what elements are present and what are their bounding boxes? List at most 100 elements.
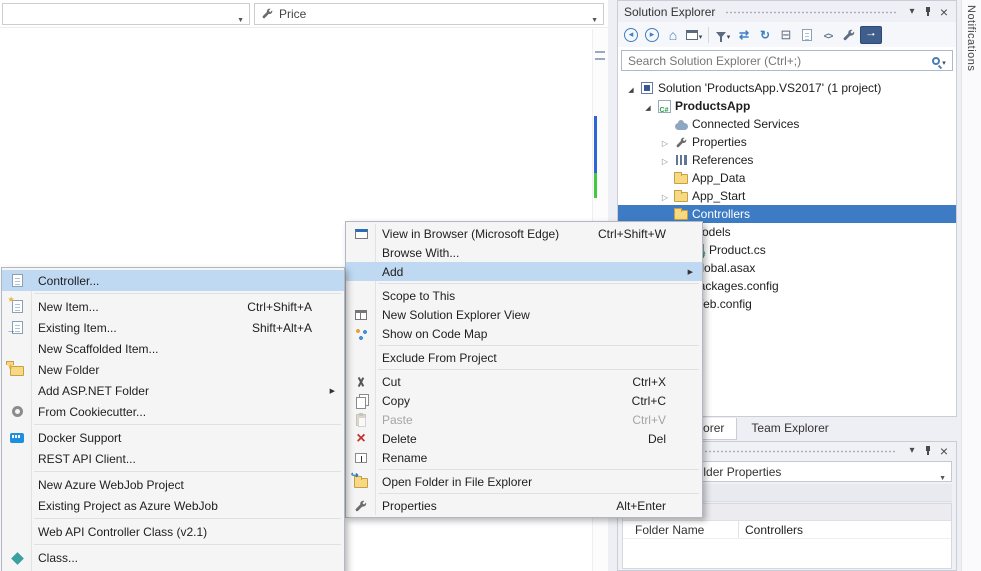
chevron-down-icon xyxy=(591,11,598,25)
menu-item-new-solution-explorer-view[interactable]: New Solution Explorer View xyxy=(346,305,702,324)
property-row[interactable]: Folder Name Controllers xyxy=(623,521,951,539)
tree-item-label: References xyxy=(690,153,753,167)
close-button[interactable] xyxy=(936,4,952,20)
menu-item-existing-item[interactable]: Existing Item... Shift+Alt+A xyxy=(2,317,344,338)
menu-item-new-scaffolded-item[interactable]: New Scaffolded Item... xyxy=(2,338,344,359)
open-folder-icon xyxy=(354,478,368,488)
preview-selected-items-button[interactable] xyxy=(860,25,882,45)
menu-item-label: Existing Project as Azure WebJob xyxy=(32,499,218,513)
menu-item-rename[interactable]: Rename xyxy=(346,448,702,467)
menu-item-new-item[interactable]: New Item... Ctrl+Shift+A xyxy=(2,296,344,317)
show-all-files-button[interactable] xyxy=(797,25,817,45)
types-dropdown[interactable] xyxy=(2,3,250,25)
menu-item-label: Paste xyxy=(376,413,413,427)
folder-icon xyxy=(674,210,688,220)
search-icon xyxy=(932,57,940,65)
browser-icon xyxy=(355,229,368,239)
splitter-grip-icon[interactable] xyxy=(595,51,605,60)
drag-grip[interactable] xyxy=(725,11,896,14)
search-button[interactable] xyxy=(926,51,952,70)
tree-item-project[interactable]: ProductsApp xyxy=(618,97,956,115)
menu-item-add-aspnet-folder[interactable]: Add ASP.NET Folder xyxy=(2,380,344,401)
home-icon xyxy=(669,27,677,43)
forward-button[interactable] xyxy=(642,25,662,45)
window-position-button[interactable] xyxy=(904,4,920,20)
menu-item-scope-to-this[interactable]: Scope to This xyxy=(346,286,702,305)
tree-item-references[interactable]: References xyxy=(618,151,956,169)
menu-item-show-on-code-map[interactable]: Show on Code Map xyxy=(346,324,702,343)
menu-item-shortcut: Del xyxy=(648,432,702,446)
solution-explorer-title-bar: Solution Explorer xyxy=(618,1,956,22)
back-button[interactable] xyxy=(621,25,641,45)
menu-item-view-in-browser[interactable]: View in Browser (Microsoft Edge) Ctrl+Sh… xyxy=(346,224,702,243)
new-view-icon xyxy=(355,310,367,320)
context-menu: View in Browser (Microsoft Edge) Ctrl+Sh… xyxy=(345,221,703,518)
menu-item-label: Existing Item... xyxy=(32,321,117,335)
sync-with-active-document-button[interactable] xyxy=(734,25,754,45)
window-position-button[interactable] xyxy=(904,443,920,459)
expander-icon[interactable] xyxy=(641,99,655,113)
search-input[interactable] xyxy=(622,54,926,68)
menu-item-copy[interactable]: Copy Ctrl+C xyxy=(346,391,702,410)
menu-item-browse-with[interactable]: Browse With... xyxy=(346,243,702,262)
expander-icon[interactable] xyxy=(658,153,672,167)
members-dropdown[interactable]: Price xyxy=(254,3,604,25)
menu-item-label: Copy xyxy=(376,394,410,408)
notifications-tab[interactable]: Notifications xyxy=(965,0,977,71)
menu-item-paste[interactable]: Paste Ctrl+V xyxy=(346,410,702,429)
cookiecutter-icon xyxy=(12,406,23,417)
class-icon xyxy=(11,552,24,565)
menu-item-existing-project-as-azure-webjob[interactable]: Existing Project as Azure WebJob xyxy=(2,495,344,516)
wrench-icon xyxy=(676,137,687,148)
menu-item-label: Docker Support xyxy=(32,431,121,445)
chevron-down-icon xyxy=(727,28,731,42)
property-value[interactable]: Controllers xyxy=(739,521,803,538)
menu-item-shortcut: Alt+Enter xyxy=(616,499,702,513)
menu-item-delete[interactable]: Delete Del xyxy=(346,429,702,448)
tree-item-solution[interactable]: Solution 'ProductsApp.VS2017' (1 project… xyxy=(618,79,956,97)
expander-icon[interactable] xyxy=(658,135,672,149)
home-button[interactable] xyxy=(663,25,683,45)
tab-team-explorer[interactable]: Team Explorer xyxy=(739,418,840,440)
menu-item-docker-support[interactable]: Docker Support xyxy=(2,427,344,448)
menu-item-open-folder-in-file-explorer[interactable]: Open Folder in File Explorer xyxy=(346,472,702,491)
menu-item-properties[interactable]: Properties Alt+Enter xyxy=(346,496,702,515)
menu-item-cut[interactable]: Cut Ctrl+X xyxy=(346,372,702,391)
properties-button[interactable] xyxy=(839,25,859,45)
menu-item-new-azure-webjob-project[interactable]: New Azure WebJob Project xyxy=(2,474,344,495)
code-icon xyxy=(824,28,833,42)
menu-item-label: New Scaffolded Item... xyxy=(32,342,159,356)
tree-item-app-start[interactable]: App_Start xyxy=(618,187,956,205)
collapse-all-button[interactable] xyxy=(776,25,796,45)
refresh-button[interactable] xyxy=(755,25,775,45)
menu-item-from-cookiecutter[interactable]: From Cookiecutter... xyxy=(2,401,344,422)
menu-item-new-folder[interactable]: New Folder xyxy=(2,359,344,380)
menu-separator xyxy=(378,345,699,346)
tree-item-app-data[interactable]: App_Data xyxy=(618,169,956,187)
tree-item-properties[interactable]: Properties xyxy=(618,133,956,151)
switch-views-button[interactable] xyxy=(684,25,704,45)
menu-item-shortcut: Shift+Alt+A xyxy=(252,321,344,335)
menu-item-add[interactable]: Add xyxy=(346,262,702,281)
tree-item-label: packages.config xyxy=(690,279,779,293)
menu-item-controller[interactable]: Controller... xyxy=(2,270,344,291)
menu-item-label: Rename xyxy=(376,451,427,465)
pin-button[interactable] xyxy=(920,4,936,20)
expander-icon[interactable] xyxy=(624,81,638,95)
view-code-button[interactable] xyxy=(818,25,838,45)
menu-item-shortcut: Ctrl+Shift+A xyxy=(247,300,344,314)
pending-changes-filter-button[interactable] xyxy=(713,25,733,45)
folder-icon xyxy=(674,174,688,184)
close-button[interactable] xyxy=(936,443,952,459)
show-all-files-icon xyxy=(802,29,812,41)
back-icon xyxy=(624,28,638,42)
pin-button[interactable] xyxy=(920,443,936,459)
menu-item-class[interactable]: Class... xyxy=(2,547,344,568)
menu-item-rest-api-client[interactable]: REST API Client... xyxy=(2,448,344,469)
menu-item-exclude-from-project[interactable]: Exclude From Project xyxy=(346,348,702,367)
menu-item-web-api-controller-class[interactable]: Web API Controller Class (v2.1) xyxy=(2,521,344,542)
menu-item-label: New Folder xyxy=(32,363,99,377)
tree-item-connected-services[interactable]: Connected Services xyxy=(618,115,956,133)
page-arrow-icon xyxy=(12,321,23,334)
expander-icon[interactable] xyxy=(658,189,672,203)
